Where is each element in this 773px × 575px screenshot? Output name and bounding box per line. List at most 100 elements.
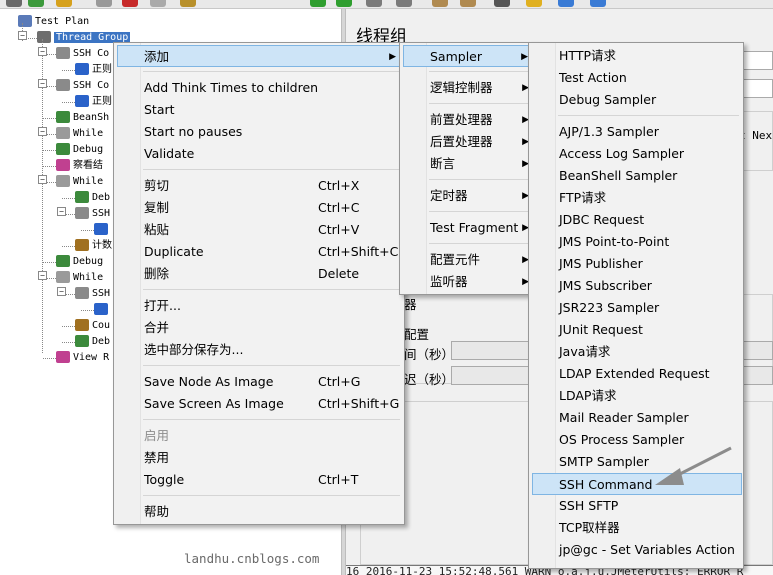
shutdown-icon[interactable]: [396, 0, 412, 7]
sampler_submenu-item[interactable]: JMS Subscriber: [532, 275, 742, 297]
tree-expand-toggle[interactable]: −: [38, 175, 47, 184]
tree-node[interactable]: Cou: [75, 319, 110, 333]
run-icon[interactable]: [310, 0, 326, 7]
run-no-pause-icon[interactable]: [336, 0, 352, 7]
tree-node[interactable]: Deb: [75, 191, 110, 205]
context_menu-item[interactable]: 剪切 Ctrl+X: [117, 175, 403, 197]
context_menu-item[interactable]: Save Node As Image Ctrl+G: [117, 371, 403, 393]
add_submenu-item[interactable]: Sampler ▶: [403, 45, 535, 67]
copy-icon[interactable]: [150, 0, 166, 7]
function-helper-icon[interactable]: [558, 0, 574, 7]
open-icon[interactable]: [56, 0, 72, 7]
menu-separator: [558, 115, 739, 116]
context_menu-item[interactable]: 添加 ▶: [117, 45, 403, 67]
context_menu-item[interactable]: 帮助: [117, 501, 403, 523]
add_submenu-item[interactable]: 前置处理器 ▶: [403, 109, 535, 131]
tree-node[interactable]: SSH: [75, 207, 110, 221]
tree-node[interactable]: 正则: [75, 63, 112, 77]
new-icon[interactable]: [6, 0, 22, 7]
add_submenu-item[interactable]: 监听器 ▶: [403, 271, 535, 293]
tree-expand-toggle[interactable]: −: [38, 79, 47, 88]
tree-node[interactable]: Debug: [56, 143, 103, 157]
sampler_submenu-item[interactable]: JMS Point-to-Point: [532, 231, 742, 253]
sampler_submenu-item[interactable]: SMTP Sampler: [532, 451, 742, 473]
tree-expand-toggle[interactable]: −: [38, 271, 47, 280]
templates-icon[interactable]: [28, 0, 44, 7]
sampler_submenu-item[interactable]: LDAP请求: [532, 385, 742, 407]
sampler_submenu-item[interactable]: Access Log Sampler: [532, 143, 742, 165]
context_menu-item[interactable]: 禁用: [117, 447, 403, 469]
tree-expand-toggle[interactable]: −: [38, 47, 47, 56]
sampler_submenu-item[interactable]: BeanShell Sampler: [532, 165, 742, 187]
add_submenu-item[interactable]: Test Fragment ▶: [403, 217, 535, 239]
paste-icon[interactable]: [180, 0, 196, 7]
context_menu-item[interactable]: Toggle Ctrl+T: [117, 469, 403, 491]
tree-node[interactable]: Debug: [56, 255, 103, 269]
clear-icon[interactable]: [432, 0, 448, 7]
context_menu-item[interactable]: 选中部分保存为...: [117, 339, 403, 361]
tree-node[interactable]: While: [56, 127, 103, 141]
search-icon[interactable]: [494, 0, 510, 7]
context_menu-item[interactable]: 复制 Ctrl+C: [117, 197, 403, 219]
context_menu-item[interactable]: Duplicate Ctrl+Shift+C: [117, 241, 403, 263]
context_menu-item[interactable]: Start no pauses: [117, 121, 403, 143]
context_menu-item[interactable]: Start: [117, 99, 403, 121]
add_submenu-item[interactable]: 断言 ▶: [403, 153, 535, 175]
sampler_submenu-item[interactable]: OS Process Sampler: [532, 429, 742, 451]
tree-node[interactable]: View R: [56, 351, 109, 365]
stop-icon[interactable]: [366, 0, 382, 7]
tree-expand-toggle[interactable]: −: [18, 31, 27, 40]
tree-node[interactable]: [94, 223, 111, 237]
tree-expand-toggle[interactable]: −: [57, 287, 66, 296]
cut-icon[interactable]: [122, 0, 138, 7]
tree-node[interactable]: While: [56, 271, 103, 285]
tree-node[interactable]: Deb: [75, 335, 110, 349]
sampler_submenu-item[interactable]: JMS Publisher: [532, 253, 742, 275]
sampler_submenu-item[interactable]: JUnit Request: [532, 319, 742, 341]
sampler_submenu-item[interactable]: Debug Sampler: [532, 89, 742, 111]
add_submenu-item[interactable]: 后置处理器 ▶: [403, 131, 535, 153]
tree-expand-toggle[interactable]: −: [57, 207, 66, 216]
tree-node[interactable]: [94, 303, 111, 317]
sampler_submenu-item[interactable]: JSR223 Sampler: [532, 297, 742, 319]
add_submenu-item[interactable]: 逻辑控制器 ▶: [403, 77, 535, 99]
clear-all-icon[interactable]: [460, 0, 476, 7]
close-icon[interactable]: [96, 0, 112, 7]
tree-node[interactable]: Test Plan: [18, 15, 89, 29]
add_submenu-item[interactable]: 定时器 ▶: [403, 185, 535, 207]
sampler_submenu-item-label: jp@gc - Set Variables Action: [559, 542, 735, 557]
sampler_submenu-item[interactable]: FTP请求: [532, 187, 742, 209]
tree-node[interactable]: 察看结: [56, 159, 103, 173]
sampler_submenu-item[interactable]: JDBC Request: [532, 209, 742, 231]
tree-node[interactable]: SSH: [75, 287, 110, 301]
tree-node[interactable]: SSH Co: [56, 79, 109, 93]
context_menu-item[interactable]: Save Screen As Image Ctrl+Shift+G: [117, 393, 403, 415]
sampler_submenu-item[interactable]: HTTP请求: [532, 45, 742, 67]
context_menu-item[interactable]: 粘贴 Ctrl+V: [117, 219, 403, 241]
tree-node[interactable]: 计数: [75, 239, 112, 253]
tree-expand-toggle[interactable]: −: [38, 127, 47, 136]
ssh-sampler-icon: [56, 47, 70, 59]
tree-node[interactable]: While: [56, 175, 103, 189]
sampler_submenu-item[interactable]: SSH SFTP: [532, 495, 742, 517]
context_menu-item[interactable]: 删除 Delete: [117, 263, 403, 285]
help-icon[interactable]: [590, 0, 606, 7]
sampler_submenu-item[interactable]: Test Action: [532, 67, 742, 89]
sampler_submenu-item[interactable]: TCP取样器: [532, 517, 742, 539]
tree-node[interactable]: 正则: [75, 95, 112, 109]
sampler_submenu-item[interactable]: AJP/1.3 Sampler: [532, 121, 742, 143]
add_submenu-item[interactable]: 配置元件 ▶: [403, 249, 535, 271]
reset-search-icon[interactable]: [526, 0, 542, 7]
sampler_submenu-item[interactable]: Mail Reader Sampler: [532, 407, 742, 429]
context_menu-item[interactable]: 打开...: [117, 295, 403, 317]
sampler_submenu-item[interactable]: jp@gc - Set Variables Action: [532, 539, 742, 561]
tree-node[interactable]: BeanSh: [56, 111, 109, 125]
context_menu-item[interactable]: Add Think Times to children: [117, 77, 403, 99]
context_menu-item[interactable]: 合并: [117, 317, 403, 339]
tree-node[interactable]: SSH Co: [56, 47, 109, 61]
context_menu-item[interactable]: Validate: [117, 143, 403, 165]
sampler_submenu-item[interactable]: SSH Command: [532, 473, 742, 495]
sampler_submenu-item[interactable]: LDAP Extended Request: [532, 363, 742, 385]
tree-connector: [62, 102, 75, 103]
sampler_submenu-item[interactable]: Java请求: [532, 341, 742, 363]
